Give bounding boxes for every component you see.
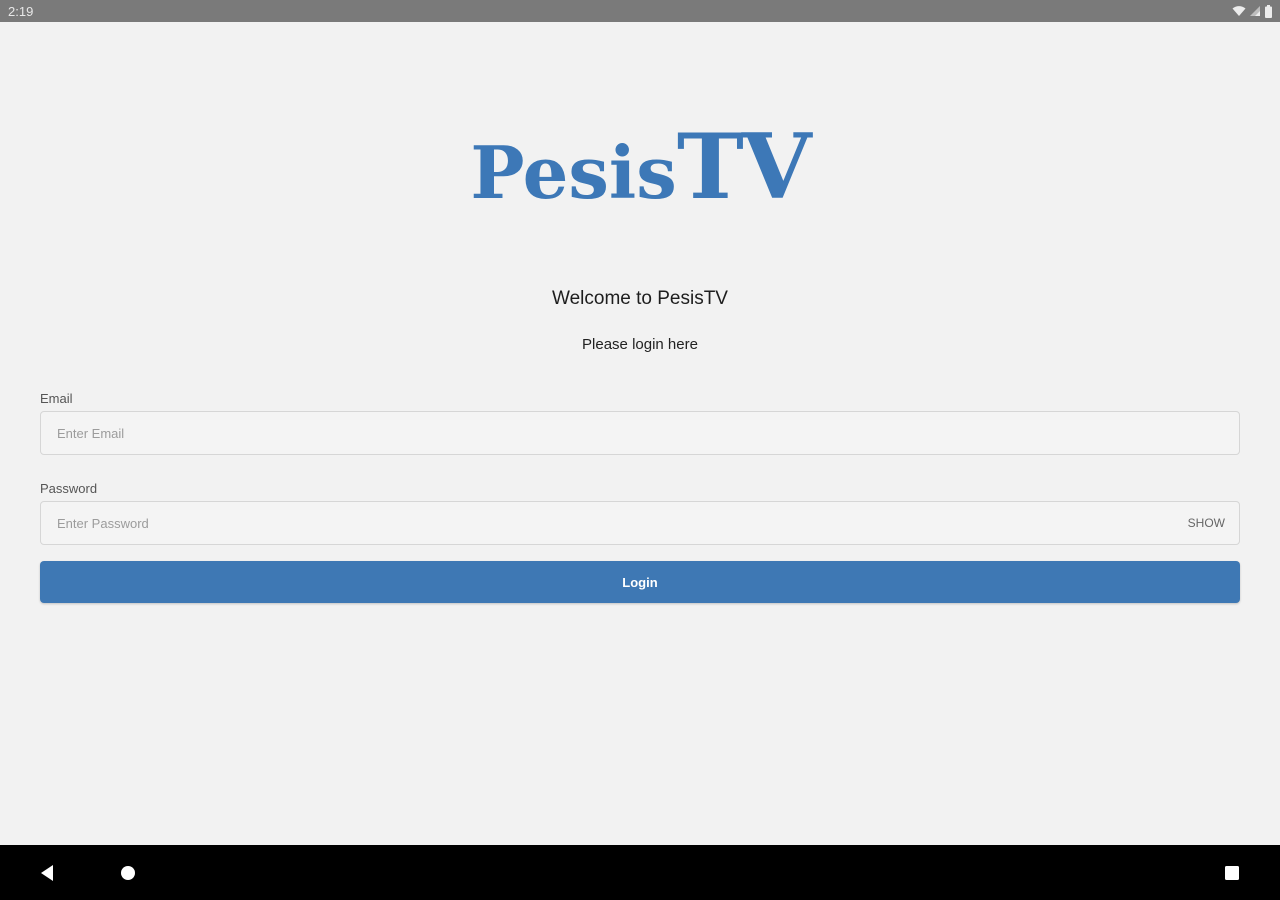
email-field[interactable] [41, 412, 1239, 454]
status-icons [1232, 4, 1272, 18]
password-label: Password [40, 481, 98, 496]
email-label: Email [40, 391, 73, 406]
home-icon [121, 865, 135, 880]
password-field-container: SHOW [40, 501, 1240, 545]
logo-text-pesis: Pesis [470, 130, 677, 215]
recents-icon [1225, 865, 1239, 880]
show-password-toggle[interactable]: SHOW [1188, 502, 1225, 544]
login-button[interactable]: Login [40, 561, 1240, 603]
signal-icon [1250, 6, 1260, 16]
welcome-subtitle: Please login here [582, 336, 698, 353]
email-field-container [40, 411, 1240, 455]
logo-text-tv: TV [676, 114, 812, 220]
back-button[interactable] [27, 845, 67, 900]
status-bar: 2:19 [0, 0, 1280, 22]
battery-icon [1265, 4, 1272, 18]
app-logo: PesisTV [0, 122, 1280, 212]
password-field[interactable] [41, 502, 1239, 544]
back-icon [41, 864, 53, 881]
welcome-title: Welcome to PesisTV [552, 288, 728, 309]
status-time: 2:19 [8, 3, 34, 19]
recents-button[interactable] [1212, 845, 1252, 900]
home-button[interactable] [108, 845, 148, 900]
navigation-bar [0, 845, 1280, 900]
wifi-icon [1232, 6, 1246, 16]
